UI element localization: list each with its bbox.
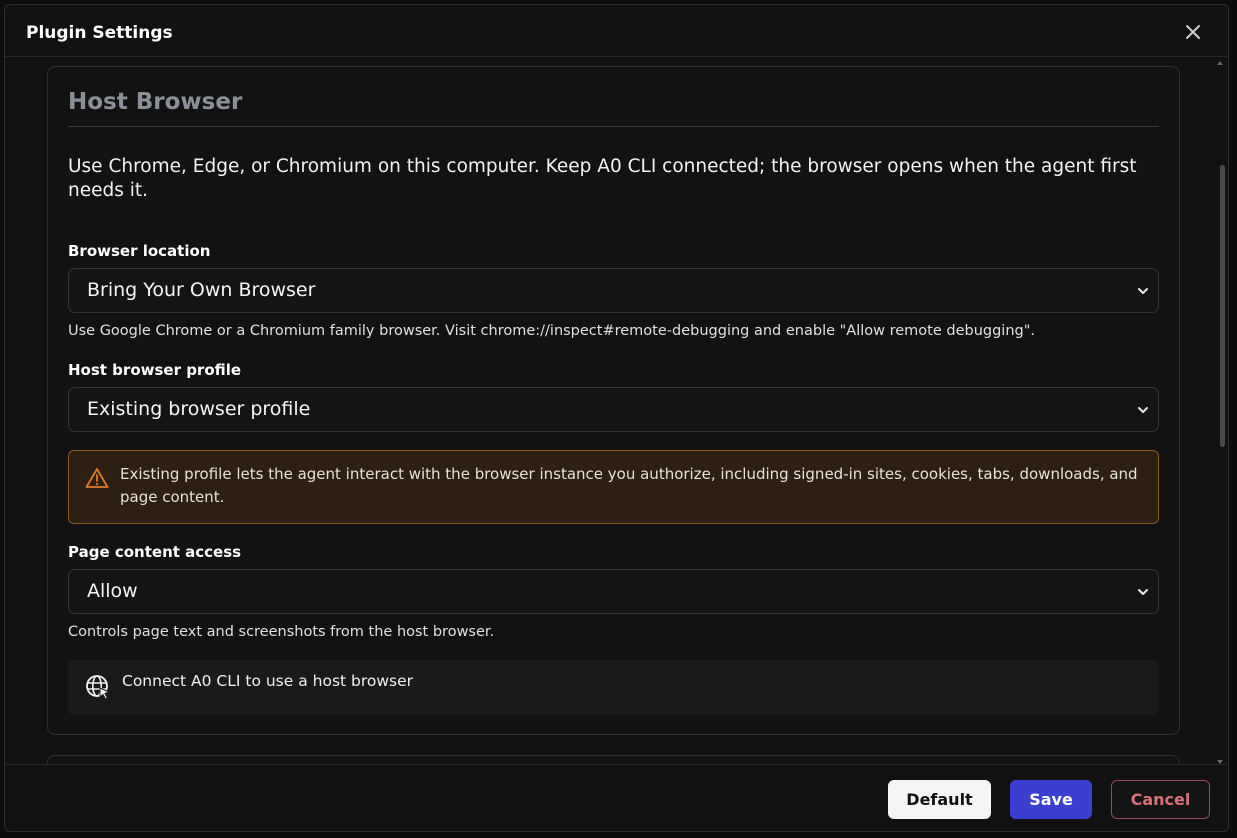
section-divider: [68, 126, 1159, 127]
page-access-help: Controls page text and screenshots from …: [68, 624, 495, 640]
host-profile-value: Existing browser profile: [87, 398, 311, 420]
chevron-down-icon: [1138, 589, 1148, 595]
globe-cursor-icon: [86, 675, 111, 700]
browser-location-help: Use Google Chrome or a Chromium family b…: [68, 323, 1036, 339]
section-title: Host Browser: [68, 89, 243, 115]
chevron-down-icon: [1138, 407, 1148, 413]
host-profile-label: Host browser profile: [68, 361, 242, 379]
page-access-value: Allow: [87, 580, 138, 602]
connect-cli-text: Connect A0 CLI to use a host browser: [122, 672, 414, 690]
profile-warning-banner: Existing profile lets the agent interact…: [68, 450, 1159, 524]
scrollbar-up-arrow[interactable]: [1217, 61, 1223, 65]
close-icon: [1186, 25, 1200, 39]
dialog-footer: Default Save Cancel: [5, 764, 1228, 831]
dialog-body: Host Browser Use Chrome, Edge, or Chromi…: [5, 58, 1228, 764]
browser-location-select[interactable]: Bring Your Own Browser: [68, 268, 1159, 313]
close-button[interactable]: [1184, 23, 1202, 41]
connect-cli-notice: Connect A0 CLI to use a host browser: [68, 660, 1159, 715]
dialog-header: Plugin Settings: [5, 5, 1228, 57]
chevron-down-icon: [1138, 288, 1148, 294]
host-browser-card: Host Browser Use Chrome, Edge, or Chromi…: [47, 66, 1180, 735]
next-section-card: [47, 755, 1180, 764]
page-access-select[interactable]: Allow: [68, 569, 1159, 614]
browser-location-value: Bring Your Own Browser: [87, 279, 316, 301]
cancel-button[interactable]: Cancel: [1111, 780, 1210, 819]
scrollbar-thumb[interactable]: [1220, 165, 1225, 447]
section-description: Use Chrome, Edge, or Chromium on this co…: [68, 156, 1137, 201]
host-profile-select[interactable]: Existing browser profile: [68, 387, 1159, 432]
plugin-settings-dialog: Plugin Settings Host Browser Use Chrome,…: [4, 4, 1229, 832]
warning-text: Existing profile lets the agent interact…: [120, 465, 1138, 506]
save-button[interactable]: Save: [1010, 780, 1092, 819]
warning-triangle-icon: [85, 468, 109, 488]
dialog-title: Plugin Settings: [26, 23, 173, 43]
page-access-label: Page content access: [68, 543, 242, 561]
browser-location-label: Browser location: [68, 242, 211, 260]
default-button[interactable]: Default: [888, 780, 991, 819]
